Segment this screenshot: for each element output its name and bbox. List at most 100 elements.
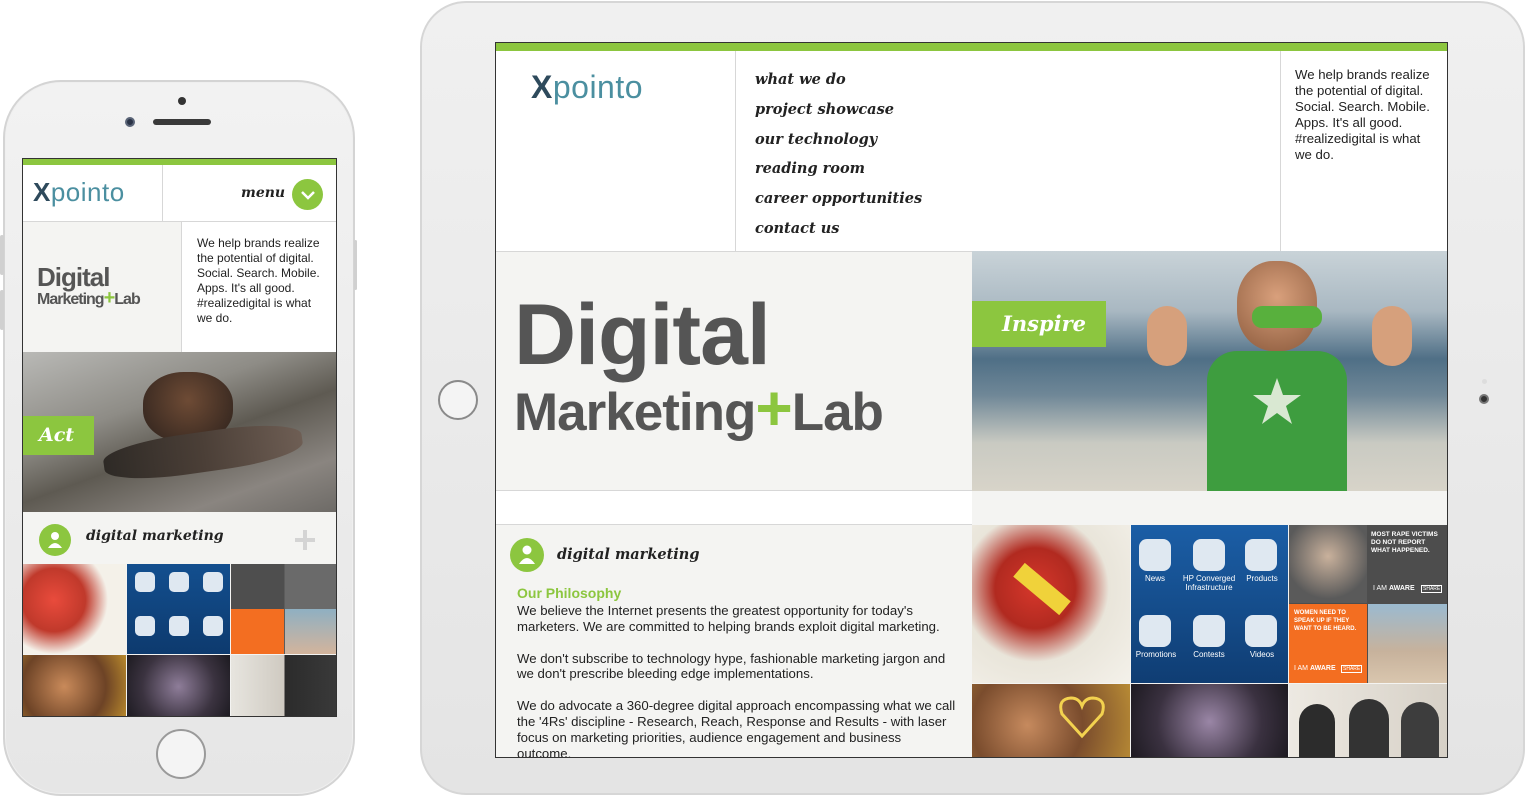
converged-button[interactable] xyxy=(1193,539,1225,571)
news-icon xyxy=(135,572,155,592)
hero-badge-inspire[interactable]: Inspire xyxy=(972,301,1106,347)
converged-label: HP Converged Infrastructure xyxy=(1182,574,1236,592)
phone-headline-cell: Digital Marketing+Lab xyxy=(23,222,181,352)
art-pencil xyxy=(1013,562,1071,616)
office-person-2 xyxy=(1349,699,1389,757)
tablet-camera xyxy=(1479,394,1489,404)
volume-down-button[interactable] xyxy=(0,290,4,330)
section-title: digital marketing xyxy=(86,528,224,544)
nav-item-our-technology[interactable]: our technology xyxy=(755,125,1055,155)
hero-left-arm xyxy=(1147,306,1187,366)
chevron-down-icon xyxy=(301,191,315,200)
volume-up-button[interactable] xyxy=(0,235,4,275)
tablet-sensor xyxy=(1482,379,1487,384)
hero-right-arm xyxy=(1372,306,1412,366)
promotions-button[interactable] xyxy=(1139,615,1171,647)
nav-item-what-we-do[interactable]: what we do xyxy=(755,65,1055,95)
user-glyph-icon xyxy=(519,545,535,564)
philosophy-paragraph-3: We do advocate a 360-degree digital appr… xyxy=(517,698,956,758)
videos-icon xyxy=(203,616,223,636)
tablet-logo-cell: Xpointo xyxy=(496,51,736,251)
logo[interactable]: Xpointo xyxy=(531,69,643,106)
news-button[interactable] xyxy=(1139,539,1171,571)
tablet-home-button[interactable] xyxy=(438,380,478,420)
headline-line1: Digital xyxy=(514,287,771,383)
menu-label[interactable]: menu xyxy=(241,185,285,201)
videos-button[interactable] xyxy=(1245,615,1277,647)
phone-screen: Xpointo menu Digital Marketing+Lab We he… xyxy=(22,158,337,717)
main-nav: what we do project showcase our technolo… xyxy=(755,65,1055,244)
products-icon xyxy=(203,572,223,592)
tablet-screen: Xpointo what we do project showcase our … xyxy=(495,42,1448,758)
grid-tile-office[interactable] xyxy=(1289,684,1447,757)
phone-section-header: digital marketing xyxy=(23,512,336,564)
grid-tile-art[interactable] xyxy=(23,564,126,654)
tablet-headline-cell: Digital Marketing+Lab xyxy=(496,251,972,491)
contests-button[interactable] xyxy=(1193,615,1225,647)
contests-label: Contests xyxy=(1193,650,1225,659)
phone-intro-text: We help brands realize the potential of d… xyxy=(181,222,336,352)
home-button[interactable] xyxy=(156,729,206,779)
aware-orange-panel xyxy=(231,609,284,654)
power-button[interactable] xyxy=(354,240,357,290)
phone-header-menu: menu xyxy=(163,165,336,222)
grid-tile-office[interactable] xyxy=(231,655,336,716)
earpiece-speaker xyxy=(153,119,211,125)
office-person-1 xyxy=(1299,704,1335,757)
headline-line2: Marketing+Lab xyxy=(514,372,884,444)
headline-line1: Digital xyxy=(37,262,110,292)
top-accent-bar xyxy=(496,43,1447,51)
proximity-sensor xyxy=(178,97,186,105)
videos-label: Videos xyxy=(1249,650,1275,659)
project-grid: News HP Converged Infrastructure Product… xyxy=(972,525,1447,757)
hero-mask xyxy=(1252,306,1322,328)
promotions-label: Promotions xyxy=(1135,650,1177,659)
grid-tile-robot[interactable] xyxy=(127,655,230,716)
tablet-hero-photo xyxy=(972,251,1447,491)
office-person-3 xyxy=(1401,702,1439,757)
tablet-intro-text: We help brands realize the potential of d… xyxy=(1280,51,1447,251)
nav-item-career-opportunities[interactable]: career opportunities xyxy=(755,184,1055,214)
section-title: digital marketing xyxy=(557,546,700,563)
divider-strip xyxy=(496,491,972,525)
nav-item-reading-room[interactable]: reading room xyxy=(755,154,1055,184)
nav-item-contact-us[interactable]: contact us xyxy=(755,214,1055,244)
hero-badge-act[interactable]: Act xyxy=(23,416,94,455)
philosophy-heading: Our Philosophy xyxy=(517,585,622,601)
front-camera xyxy=(125,117,135,127)
contests-icon xyxy=(169,616,189,636)
heart-icon xyxy=(1059,696,1105,739)
grid-tile-art[interactable] xyxy=(972,525,1130,683)
aware-headline: MOST RAPE VICTIMS DO NOT REPORT WHAT HAP… xyxy=(1371,531,1438,554)
products-label: Products xyxy=(1246,574,1278,583)
aware-photo-top xyxy=(1289,525,1367,603)
products-button[interactable] xyxy=(1245,539,1277,571)
philosophy-paragraph-1: We believe the Internet presents the gre… xyxy=(517,603,940,634)
philosophy-paragraph-2: We don't subscribe to technology hype, f… xyxy=(517,650,946,682)
plus-expand-icon[interactable] xyxy=(293,528,317,552)
hero-star-icon xyxy=(1253,378,1301,424)
aware-tagline-bottom: I AM AWARE xyxy=(1294,665,1336,672)
grid-tile-aware[interactable] xyxy=(231,564,336,654)
aware-tagline-top: I AM AWARE xyxy=(1373,585,1415,592)
aware-share-button-top[interactable]: SHARE xyxy=(1421,585,1443,593)
grid-tile-app[interactable] xyxy=(127,564,230,654)
nav-item-project-showcase[interactable]: project showcase xyxy=(755,95,1055,125)
philosophy-body: We believe the Internet presents the gre… xyxy=(517,603,957,758)
aware-photo-bottom xyxy=(1368,604,1447,683)
aware-orange-text: WOMEN NEED TO SPEAK UP IF THEY WANT TO B… xyxy=(1294,610,1357,632)
logo[interactable]: Xpointo xyxy=(33,177,125,208)
aware-orange-panel: WOMEN NEED TO SPEAK UP IF THEY WANT TO B… xyxy=(1289,604,1367,683)
aware-share-button-bottom[interactable]: SHARE xyxy=(1341,665,1363,673)
headline-line2: Marketing+Lab xyxy=(37,287,141,309)
philosophy-section: digital marketing Our Philosophy We beli… xyxy=(496,525,972,758)
converged-icon xyxy=(169,572,189,592)
grid-tile-portrait[interactable] xyxy=(23,655,126,716)
news-label: News xyxy=(1144,574,1165,583)
user-glyph-icon xyxy=(48,532,62,548)
grid-tile-app[interactable]: News HP Converged Infrastructure Product… xyxy=(1131,525,1288,683)
phone-logo-cell: Xpointo xyxy=(23,165,163,222)
grid-tile-robot[interactable] xyxy=(1131,684,1288,757)
grid-tile-portrait[interactable] xyxy=(972,684,1130,757)
grid-tile-aware[interactable]: MOST RAPE VICTIMS DO NOT REPORT WHAT HAP… xyxy=(1289,525,1447,683)
